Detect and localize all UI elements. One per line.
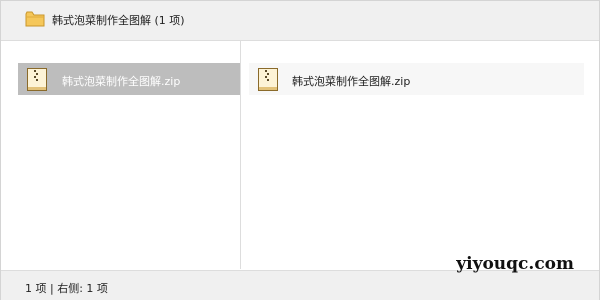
status-text: 1 项 | 右侧: 1 项	[25, 282, 108, 295]
file-item-label: 韩式泡菜制作全图解.zip	[292, 75, 411, 88]
window-title: 韩式泡菜制作全图解 (1 项)	[52, 14, 185, 27]
file-item[interactable]: 韩式泡菜制作全图解.zip	[249, 63, 584, 95]
title-bar: 韩式泡菜制作全图解 (1 项)	[1, 1, 599, 41]
right-pane[interactable]: 韩式泡菜制作全图解.zip	[241, 41, 599, 269]
folder-icon	[25, 11, 45, 27]
zip-archive-icon	[257, 67, 279, 92]
file-item-selected[interactable]: 韩式泡菜制作全图解.zip	[18, 63, 240, 95]
zip-archive-icon	[26, 67, 48, 92]
left-pane[interactable]: 韩式泡菜制作全图解.zip	[1, 41, 241, 269]
watermark: yiyouqc.com	[456, 254, 574, 274]
status-bar: 1 项 | 右侧: 1 项	[1, 270, 599, 300]
file-item-label: 韩式泡菜制作全图解.zip	[62, 75, 181, 88]
